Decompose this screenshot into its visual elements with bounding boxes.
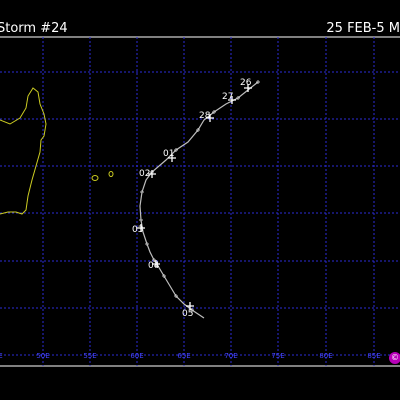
reunion-island (91, 175, 99, 181)
date-range: 25 FEB-5 M (326, 21, 400, 36)
day-label: 04 (148, 261, 160, 271)
longitude-label: 55E (83, 352, 96, 360)
copyright-icon: © (389, 352, 400, 364)
day-label: 27 (222, 92, 233, 102)
longitude-label: 65E (177, 352, 190, 360)
longitude-label: 60E (130, 352, 143, 360)
longitude-label: 45E (0, 352, 3, 360)
longitude-label: 50E (36, 352, 49, 360)
day-label: 01 (163, 149, 174, 159)
mauritius-island (108, 171, 114, 177)
longitude-label: 70E (224, 352, 237, 360)
day-label: 02 (139, 169, 150, 179)
storm-title: Storm #24 (0, 21, 68, 36)
longitude-label: 75E (271, 352, 284, 360)
day-label: 05 (182, 309, 193, 319)
day-label: 26 (240, 78, 252, 88)
day-label: 28 (199, 111, 211, 121)
track-point (140, 190, 144, 194)
longitude-label: 80E (319, 352, 332, 360)
longitude-label: 85E (367, 352, 380, 360)
storm-track-map: 26 27 28 01 02 03 04 05 45E 50E 55E 60E 65E 70E 75E 80E… (0, 36, 400, 367)
track-point (139, 218, 143, 222)
madagascar-coastline (0, 87, 47, 215)
day-label: 03 (132, 225, 143, 235)
track-point (145, 242, 149, 246)
